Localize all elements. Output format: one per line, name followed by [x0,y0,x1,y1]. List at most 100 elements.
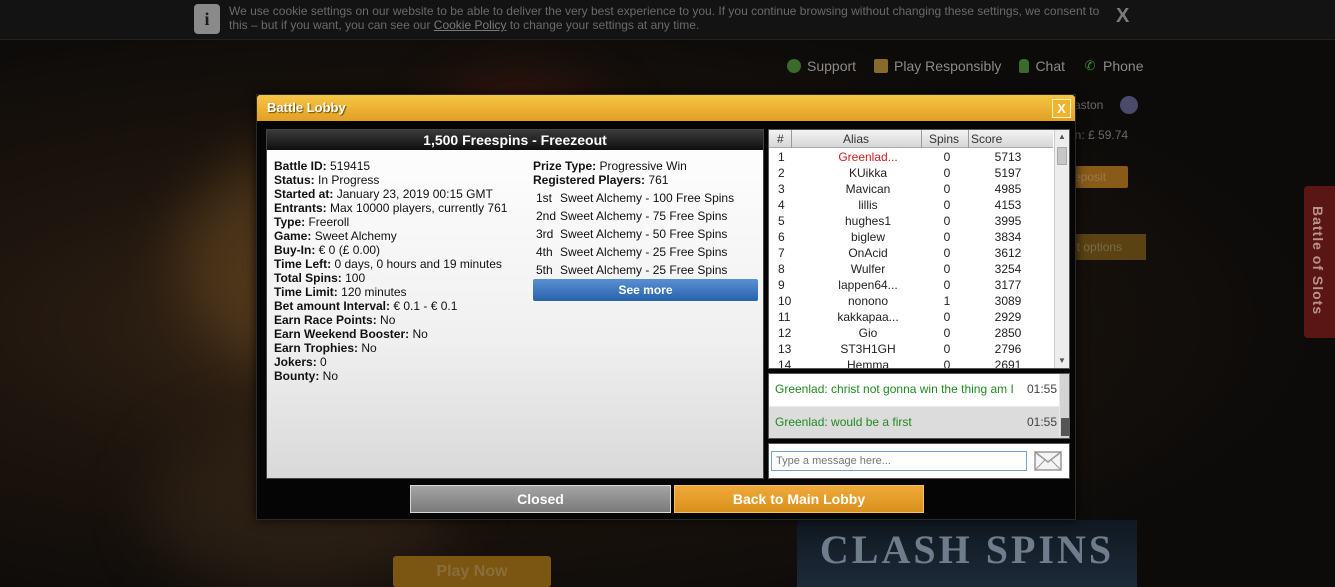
detail-row: Earn Race Points: No [274,313,534,327]
prize-row: 1st Sweet Alchemy - 100 Free Spins [533,189,759,207]
detail-value: No [361,341,377,355]
leaderboard-row[interactable]: 14 Hemma 0 2691 [769,357,1053,369]
scroll-thumb[interactable] [1057,147,1067,165]
spins-cell: 0 [943,262,951,276]
chat-log: Greenlad: christ not gonna win the thing… [768,373,1070,439]
detail-value: No [322,369,339,383]
battle-details: Battle ID: 519415 Status: In Progress Star… [274,159,534,383]
leaderboard-row[interactable]: 2 KUikka 0 5197 [769,165,1053,181]
leaderboard-row[interactable]: 4 lillis 0 4153 [769,197,1053,213]
score-cell: 2691 [994,358,1022,369]
spins-cell: 0 [943,214,951,228]
chat-scroll-thumb[interactable] [1061,418,1069,436]
detail-row: Jokers: 0 [274,355,534,369]
modal-close-button[interactable]: X [1052,99,1071,118]
alias-cell: KUikka [848,166,887,180]
alias-cell: Mavican [845,182,891,196]
leaderboard-row[interactable]: 10 nonono 1 3089 [769,293,1053,309]
leaderboard-row[interactable]: 12 Gio 0 2850 [769,325,1053,341]
back-to-main-lobby-button[interactable]: Back to Main Lobby [674,485,924,513]
spins-cell: 1 [943,294,951,308]
leaderboard-row[interactable]: 8 Wulfer 0 3254 [769,261,1053,277]
chat-scrollbar[interactable] [1060,374,1069,438]
scroll-down-icon[interactable]: ▼ [1058,356,1066,365]
chat-label: Chat [1035,58,1066,74]
score-cell: 2850 [994,326,1022,340]
play-responsibly-link[interactable]: Play Responsibly [874,56,1001,76]
support-label: Support [807,58,857,74]
score-header[interactable]: Score [971,132,1002,146]
modal-title: Battle Lobby [267,100,346,115]
prize-description: Sweet Alchemy - 25 Free Spins [560,263,728,277]
envelope-send-icon[interactable] [1034,451,1062,471]
detail-value: No [412,327,428,341]
leaderboard-row[interactable]: 9 lappen64... 0 3177 [769,277,1053,293]
leaderboard-row[interactable]: 1 Greenlad... 0 5713 [769,149,1053,165]
spins-cell: 0 [943,278,951,292]
rank-cell: 5 [778,214,785,228]
detail-row: Started at: January 23, 2019 00:15 GMT [274,187,534,201]
support-icon [787,59,801,73]
spins-cell: 0 [943,246,951,260]
rank-cell: 1 [778,150,785,164]
detail-label: Bet amount Interval: [274,299,391,313]
rank-cell: 7 [778,246,785,260]
prize-position: 4th [536,245,553,259]
leaderboard-row[interactable]: 3 Mavican 0 4985 [769,181,1053,197]
prize-type-row: Prize Type: Progressive Win [533,159,759,173]
rank-cell: 12 [778,326,792,340]
battle-of-slots-label: Battle of Slots [1310,206,1326,316]
rank-cell: 4 [778,198,785,212]
leaderboard-row[interactable]: 5 hughes1 0 3995 [769,213,1053,229]
leaderboard-header: # Alias Spins Score [769,130,1053,148]
scroll-up-icon[interactable]: ▲ [1058,132,1066,141]
detail-label: Earn Trophies: [274,341,359,355]
leaderboard-scrollbar[interactable]: ▲ ▼ [1054,130,1069,368]
leaderboard-row[interactable]: 7 OnAcid 0 3612 [769,245,1053,261]
rank-cell: 13 [778,342,792,356]
cookie-text-end: to change your settings at any time. [506,18,700,32]
rank-cell: 10 [778,294,792,308]
chat-message-input[interactable] [771,451,1027,471]
score-cell: 3177 [994,278,1022,292]
play-now-button[interactable]: Play Now [393,556,551,587]
score-cell: 5713 [994,150,1022,164]
see-more-button[interactable]: See more [533,279,758,301]
detail-label: Time Limit: [274,285,338,299]
phone-link[interactable]: ✆ Phone [1083,56,1144,76]
cookie-policy-link[interactable]: Cookie Policy [434,18,507,32]
chat-link[interactable]: Chat [1019,56,1065,76]
clash-spins-banner[interactable]: CLASH SPINS [797,520,1137,587]
battle-title: 1,500 Freespins - Freezeout [267,130,763,150]
battle-of-slots-tab[interactable]: Battle of Slots [1304,186,1335,338]
support-link[interactable]: Support [787,56,856,76]
alias-header[interactable]: Alias [843,132,869,146]
detail-row: Time Left: 0 days, 0 hours and 19 minute… [274,257,534,271]
spins-header[interactable]: Spins [929,132,959,146]
detail-label: Status: [274,173,315,187]
leaderboard-row[interactable]: 13 ST3H1GH 0 2796 [769,341,1053,357]
rank-header[interactable]: # [777,132,784,146]
leaderboard-rows: 1 Greenlad... 0 5713 2 KUikka 0 5197 3 Mavican 0 49… [769,149,1053,369]
closed-button[interactable]: Closed [410,485,671,513]
detail-label: Total Spins: [274,271,342,285]
leaderboard-row[interactable]: 11 kakkapaa... 0 2929 [769,309,1053,325]
detail-row: Battle ID: 519415 [274,159,534,173]
username-fragment: aston [1074,98,1104,112]
prize-description: Sweet Alchemy - 25 Free Spins [560,245,728,259]
prize-position: 2nd [536,209,557,223]
account-options-tab[interactable]: nt options [1066,234,1146,260]
leaderboard-row[interactable]: 6 biglew 0 3834 [769,229,1053,245]
rank-cell: 11 [778,310,791,324]
detail-value: 519415 [330,159,371,173]
alias-cell: hughes1 [844,214,892,228]
column-divider [791,130,792,148]
registered-players-row: Registered Players: 761 [533,173,759,187]
cookie-close-button[interactable]: X [1116,5,1129,28]
modal-header: Battle Lobby X [257,95,1075,121]
detail-row: Time Limit: 120 minutes [274,285,534,299]
spins-cell: 0 [943,230,951,244]
chat-message-time: 01:55 [1027,382,1058,396]
detail-value: Max 10000 players, currently 761 [330,201,508,215]
flag-icon[interactable] [1120,96,1138,114]
